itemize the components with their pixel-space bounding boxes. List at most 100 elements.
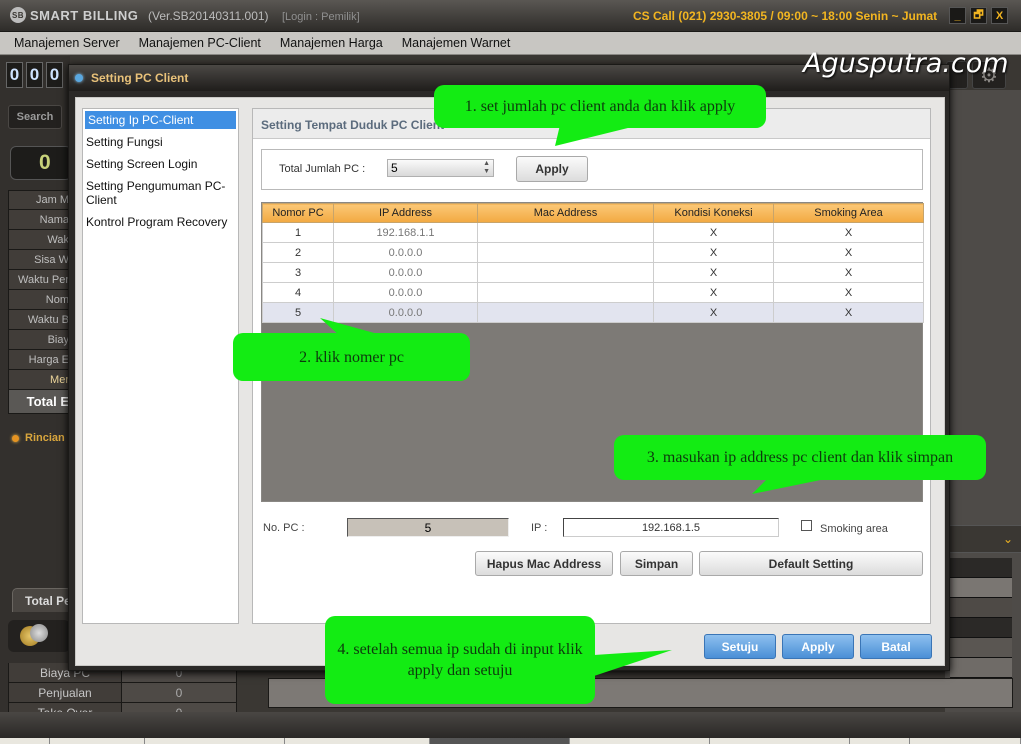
cell-smoking: X [773,262,924,283]
nav-item-setting-ip[interactable]: Setting Ip PC-Client [85,111,236,129]
cell-smoking: X [773,282,924,303]
simpan-button[interactable]: Simpan [620,551,693,576]
cell-nomor: 2 [262,242,334,263]
col-kondisi-koneksi[interactable]: Kondisi Koneksi [653,203,774,223]
cell-koneksi: X [653,262,774,283]
list-item [950,638,1012,658]
cs-call-info: CS Call (021) 2930-3805 / 09:00 ~ 18:00 … [633,9,938,23]
table-header-row: Nomor PC IP Address Mac Address Kondisi … [262,203,924,223]
chevron-down-icon: ⌄ [1002,532,1013,546]
ip-input[interactable]: 192.168.1.5 [563,518,779,537]
table-row-selected[interactable]: 5 0.0.0.0 X X [262,302,924,323]
info-row: Mer [8,370,70,390]
zero-display: 0 [10,146,72,180]
cell-mac [477,302,654,323]
dialog-status-icon [75,74,83,82]
default-setting-button[interactable]: Default Setting [699,551,923,576]
list-item [950,598,1012,618]
info-row: Nom [8,290,70,310]
total-tab[interactable]: Total Pe [12,588,72,612]
cell-mac [477,282,654,303]
menu-manajemen-warnet[interactable]: Manajemen Warnet [402,36,511,50]
table-row[interactable]: 1 192.168.1.1 X X [262,222,924,243]
cell-nomor: 1 [262,222,334,243]
counter-digit: 0 [46,62,63,88]
hapus-mac-address-button[interactable]: Hapus Mac Address [475,551,613,576]
restore-icon: 🗗 [973,9,984,21]
callout-step-1: 1. set jumlah pc client anda dan klik ap… [434,85,766,128]
app-titlebar: SB SMART BILLING (Ver.SB20140311.001) [L… [0,0,1021,32]
table-row[interactable]: 3 0.0.0.0 X X [262,262,924,283]
cell-mac [477,242,654,263]
info-row: Waktu Per [8,270,70,290]
counter-digit: 0 [26,62,43,88]
app-name: SMART BILLING [30,7,139,23]
info-row-total: Total E [8,390,70,414]
total-pc-box: Total Jumlah PC : 5 ▲ ▼ Apply [261,149,923,190]
close-button[interactable]: X [991,7,1008,24]
pc-counter: 0 0 0 [6,62,63,88]
rincian-section[interactable]: Rincian [12,432,65,444]
callout-step-4: 4. setelah semua ip sudah di input klik … [325,616,595,704]
info-row: Wak [8,230,70,250]
nav-item-kontrol-recovery[interactable]: Kontrol Program Recovery [83,213,238,231]
callout-step-2: 2. klik nomer pc [233,333,470,381]
summary-label: Penjualan [9,683,122,702]
cell-koneksi: X [653,222,774,243]
batal-button[interactable]: Batal [860,634,932,659]
table-row[interactable]: 4 0.0.0.0 X X [262,282,924,303]
cell-nomor: 3 [262,262,334,283]
menu-manajemen-pc-client[interactable]: Manajemen PC-Client [139,36,261,50]
col-mac-address[interactable]: Mac Address [477,203,654,223]
restore-button[interactable]: 🗗 [970,7,987,24]
background-list [950,558,1012,678]
no-pc-field: 5 [347,518,509,537]
logo-icon: SB [10,7,26,23]
taskbar [0,738,1021,744]
apply-button[interactable]: Apply [782,634,854,659]
info-row: Nama [8,210,70,230]
list-item [950,618,1012,638]
setuju-button[interactable]: Setuju [704,634,776,659]
cell-mac [477,262,654,283]
dropdown-bar[interactable]: ⌄ [947,525,1021,553]
cell-ip: 0.0.0.0 [333,262,478,283]
col-smoking-area[interactable]: Smoking Area [773,203,924,223]
summary-row: Penjualan 0 [8,683,237,703]
minimize-button[interactable]: _ [949,7,966,24]
cell-koneksi: X [653,282,774,303]
col-nomor-pc[interactable]: Nomor PC [262,203,334,223]
spin-arrows-icon[interactable]: ▲ ▼ [483,160,490,176]
cell-nomor: 5 [262,302,334,323]
info-table: Jam M Nama Wak Sisa W Waktu Per Nom Wakt… [8,190,70,414]
apply-total-button[interactable]: Apply [516,156,588,182]
list-item [950,578,1012,598]
cell-ip: 192.168.1.1 [333,222,478,243]
menu-manajemen-harga[interactable]: Manajemen Harga [280,36,383,50]
total-pc-stepper[interactable]: 5 ▲ ▼ [387,159,494,177]
rincian-label: Rincian [25,432,65,444]
nav-item-setting-fungsi[interactable]: Setting Fungsi [83,133,238,151]
smoking-area-label: Smoking area [820,523,888,535]
login-status: [Login : Pemilik] [282,11,360,23]
cell-nomor: 4 [262,282,334,303]
list-item [950,558,1012,578]
nav-item-setting-screen-login[interactable]: Setting Screen Login [83,155,238,173]
info-row: Waktu B [8,310,70,330]
menu-manajemen-server[interactable]: Manajemen Server [14,36,120,50]
table-row[interactable]: 2 0.0.0.0 X X [262,242,924,263]
status-bar [0,712,1021,738]
nav-item-setting-pengumuman[interactable]: Setting Pengumuman PC-Client [83,177,238,209]
cell-smoking: X [773,302,924,323]
cell-smoking: X [773,222,924,243]
cell-smoking: X [773,242,924,263]
search-button[interactable]: Search [8,105,62,129]
app-logo: SB SMART BILLING [10,7,138,23]
smoking-area-checkbox[interactable] [801,520,812,531]
cell-ip: 0.0.0.0 [333,242,478,263]
callout-step-3: 3. masukan ip address pc client dan klik… [614,435,986,480]
info-row: Jam M [8,190,70,210]
col-ip-address[interactable]: IP Address [333,203,478,223]
counter-digit: 0 [6,62,23,88]
info-row: Biay [8,330,70,350]
